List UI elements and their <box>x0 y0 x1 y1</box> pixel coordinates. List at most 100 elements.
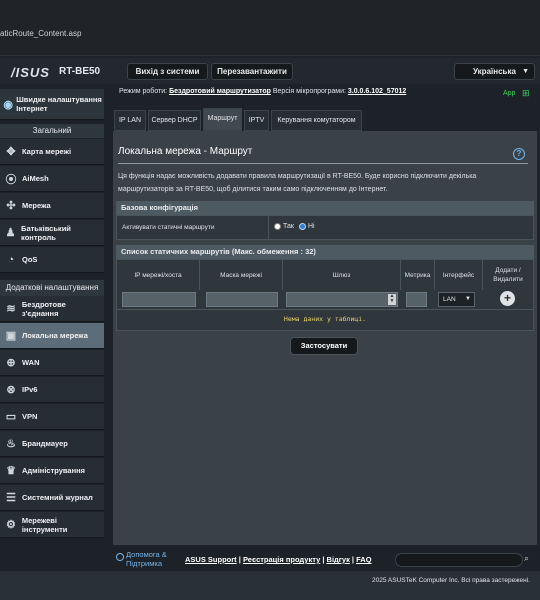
column-header: IP мережі/хоста <box>117 260 200 290</box>
sidebar-item-aimesh[interactable]: ⦿ AiMesh <box>0 166 104 192</box>
enable-static-routes-row: Активувати статичні маршрути Так Ні <box>116 215 534 240</box>
footer-link-asus-support[interactable]: ASUS Support <box>185 555 237 564</box>
lan-icon: ▣ <box>5 330 17 342</box>
sidebar-item-wan[interactable]: ⊕ WAN <box>0 350 104 376</box>
administration-icon: ♛ <box>6 465 16 477</box>
sidebar-item-label: AiMesh <box>22 174 49 183</box>
sidebar-item-wireless[interactable]: ≋ Бездротове з'єднання <box>0 296 104 322</box>
sidebar-advanced-header: Додаткові налаштування <box>0 280 104 296</box>
column-header: Шлюз <box>283 260 401 290</box>
sidebar-item-system-log[interactable]: ☰ Системний журнал <box>0 485 104 511</box>
logout-button[interactable]: Вихід з системи <box>127 63 208 80</box>
network-ip-input[interactable] <box>122 292 196 307</box>
radio-circle[interactable] <box>274 223 281 230</box>
tab-switch-control[interactable]: Керування комутатором <box>271 110 362 131</box>
enable-static-routes-label: Активувати статичні маршрути <box>122 224 215 231</box>
network-tools-icon: ⚙ <box>5 519 16 531</box>
search-input[interactable] <box>395 553 523 567</box>
page-description: Ця функція надає можливість додавати пра… <box>118 173 477 193</box>
footer-link-product-registration[interactable]: Реєстрація продукту <box>243 555 320 564</box>
apply-button[interactable]: Застосувати <box>290 337 358 355</box>
footer-link-feedback[interactable]: Відгук <box>327 555 350 564</box>
add-route-button[interactable]: + <box>500 291 515 306</box>
top-header: /ISUS RT-BE50 Вихід з системи Перезавант… <box>0 58 540 84</box>
radio-yes-label: Так <box>283 223 294 230</box>
divider <box>117 309 533 310</box>
sidebar-item-firewall[interactable]: ♨ Брандмауер <box>0 431 104 457</box>
browser-bar: aticRoute_Content.asp <box>0 0 540 56</box>
radio-circle-selected[interactable] <box>299 223 306 230</box>
globe-icon: ◉ <box>3 98 13 111</box>
sidebar-item-vpn[interactable]: ▭ VPN <box>0 404 104 430</box>
language-value: Українська <box>473 67 516 76</box>
footer-bar <box>0 571 540 600</box>
interface-select[interactable]: LAN ▼ <box>438 292 475 307</box>
static-routes-table: IP мережі/хоста Маска мережі Шлюз Метрик… <box>116 259 534 331</box>
sidebar-item-label: IPv6 <box>22 385 38 394</box>
gateway-input[interactable]: ▲ ▼ <box>286 292 398 307</box>
sidebar-item-network-map[interactable]: ✥ Карта мережі <box>0 139 104 165</box>
radio-no-label: Ні <box>308 223 315 230</box>
footer-links: ASUS Support | Реєстрація продукту | Від… <box>185 555 372 564</box>
tab-ip-lan[interactable]: IP LAN <box>114 110 146 131</box>
radio-no[interactable]: Ні <box>299 223 315 230</box>
wireless-icon: ≋ <box>6 303 16 315</box>
firmware-label: Версія мікропрограми: <box>272 88 346 95</box>
sidebar-item-label: WAN <box>22 358 40 367</box>
sidebar-item-label: Локальна мережа <box>22 331 88 340</box>
operation-mode-link[interactable]: Бездротовий маршрутизатор <box>169 88 271 95</box>
sidebar-item-network[interactable]: ✣ Мережа <box>0 193 104 219</box>
url-text: aticRoute_Content.asp <box>0 29 82 38</box>
radio-yes[interactable]: Так <box>274 223 294 230</box>
sidebar-item-label: Батьківський контроль <box>21 223 71 242</box>
vpn-icon: ▭ <box>5 411 17 423</box>
sidebar-item-label: VPN <box>22 412 38 421</box>
status-line: Режим роботи: Бездротовий маршрутизатор … <box>119 88 406 95</box>
app-link[interactable]: App <box>503 90 515 97</box>
sidebar-item-label: Швидке налаштування Інтернет <box>16 95 102 113</box>
static-routes-list-header: Список статичних маршрутів (Макс. обмеже… <box>116 245 534 259</box>
sidebar-item-qos[interactable]: ◔ QoS <box>0 247 104 273</box>
help-support-link[interactable]: Допомога & Підтримка <box>113 550 175 568</box>
reboot-button[interactable]: Перезавантажити <box>211 63 293 80</box>
netmask-input[interactable] <box>206 292 278 307</box>
sidebar-item-label: Брандмауер <box>22 439 68 448</box>
wan-icon: ⊕ <box>6 357 16 369</box>
language-select[interactable]: Українська ▼ <box>454 63 535 80</box>
search-icon[interactable]: ⌕ <box>524 553 529 564</box>
sidebar-item-label: Бездротове з'єднання <box>21 299 66 318</box>
sidebar-item-network-tools[interactable]: ⚙ Мережеві інструменти <box>0 512 104 538</box>
chevron-down-icon: ▼ <box>522 68 529 75</box>
sidebar-item-label: Системний журнал <box>22 493 93 502</box>
ipv6-icon: ⊗ <box>6 384 16 396</box>
metric-input[interactable] <box>406 292 427 307</box>
tab-dhcp-server[interactable]: Сервер DHCP <box>148 110 201 131</box>
sidebar-item-ipv6[interactable]: ⊗ IPv6 <box>0 377 104 403</box>
firewall-icon: ♨ <box>6 438 16 450</box>
column-header: Маска мережі <box>200 260 283 290</box>
network-map-icon: ✥ <box>6 146 16 158</box>
parental-control-icon: ♟ <box>5 227 16 239</box>
sidebar-item-label: Карта мережі <box>22 147 72 156</box>
tab-route[interactable]: Маршрут <box>203 108 242 131</box>
sidebar-item-lan[interactable]: ▣ Локальна мережа <box>0 323 104 349</box>
gateway-dropdown-icon[interactable]: ▲ ▼ <box>388 294 396 305</box>
aimesh-icon: ⦿ <box>5 173 17 186</box>
asus-logo: /ISUS <box>11 65 50 80</box>
tab-iptv[interactable]: IPTV <box>244 110 269 131</box>
sidebar-item-parental-control[interactable]: ♟ Батьківський контроль <box>0 220 104 246</box>
page-title: Локальна мережа - Маршрут <box>118 146 253 157</box>
sidebar-item-label: Мережа <box>22 201 51 210</box>
sidebar-item-administration[interactable]: ♛ Адміністрування <box>0 458 104 484</box>
firmware-version-link[interactable]: 3.0.0.6.102_57012 <box>348 88 406 95</box>
chevron-down-icon: ▼ <box>465 296 471 302</box>
empty-table-message: Нема даних у таблиці. <box>283 315 367 323</box>
model-name: RT-BE50 <box>59 66 101 77</box>
divider <box>118 163 528 164</box>
sidebar-quick-internet-setup[interactable]: ◉ Швидке налаштування Інтернет <box>0 89 104 120</box>
app-qr-icon[interactable]: ⊞ <box>522 88 530 99</box>
footer-link-faq[interactable]: FAQ <box>356 555 371 564</box>
sidebar-item-label: Адміністрування <box>22 466 86 475</box>
help-icon[interactable]: ? <box>513 148 525 160</box>
column-header: Метрика <box>401 260 435 290</box>
